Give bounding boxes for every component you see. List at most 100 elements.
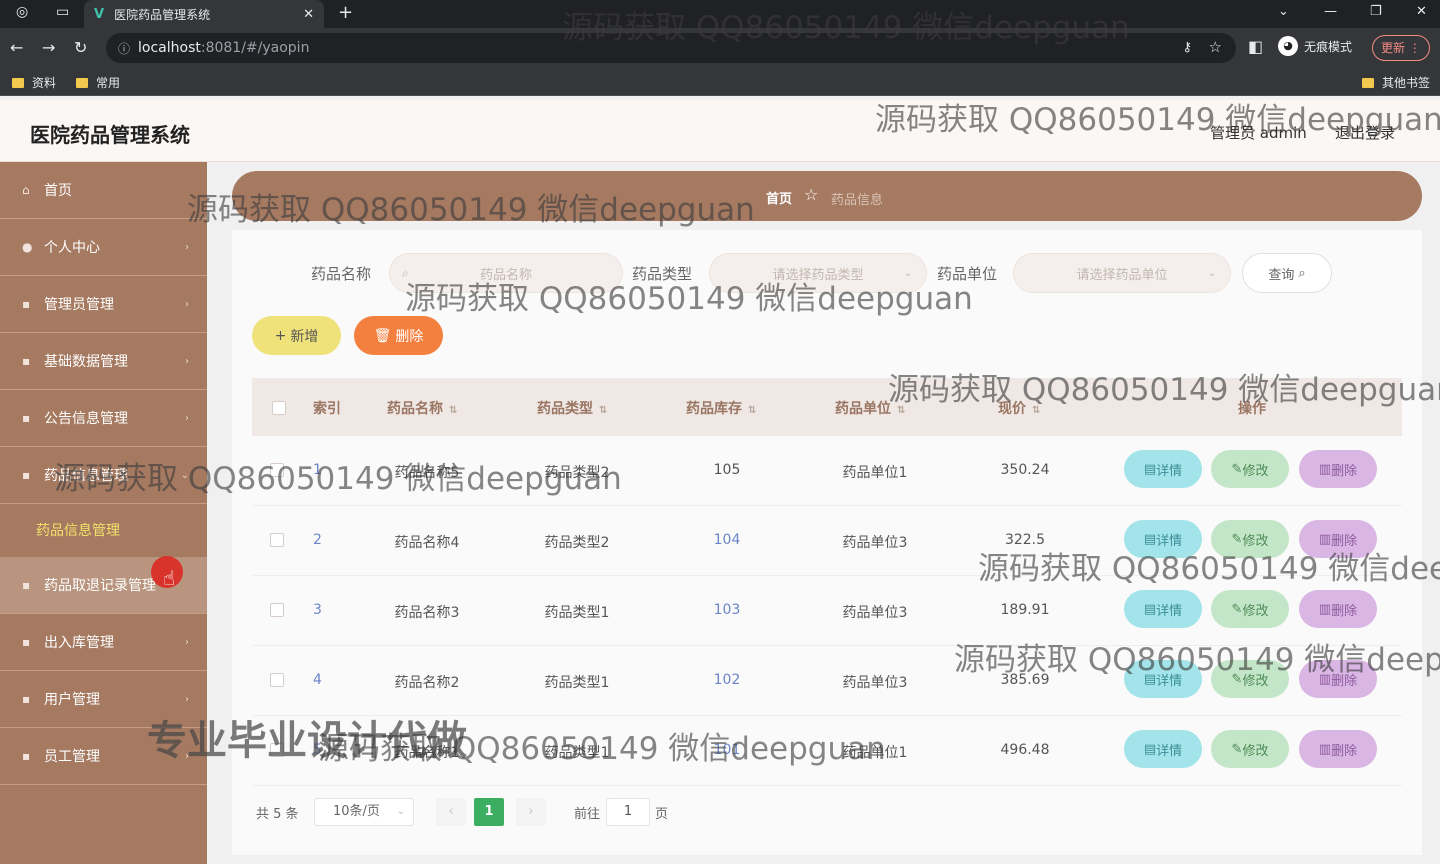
- filter-name-label: 药品名称: [311, 265, 372, 283]
- row-checkbox[interactable]: [270, 673, 284, 687]
- column-header-name[interactable]: 药品名称 ⇅: [387, 398, 457, 418]
- cell-stock: 101: [713, 742, 741, 758]
- cell-unit: 药品单位1: [842, 745, 908, 761]
- pagination-total: 共 5 条: [256, 807, 299, 822]
- row-delete-button[interactable]: ▥ 删除: [1299, 450, 1377, 488]
- restore-icon[interactable]: ❐: [1370, 4, 1382, 19]
- incognito-indicator[interactable]: ◕ 无痕模式: [1278, 36, 1352, 56]
- detail-button[interactable]: ▤ 详情: [1124, 450, 1202, 488]
- drug-unit-select[interactable]: 请选择药品单位 ⌄: [1013, 253, 1231, 293]
- back-icon[interactable]: ←: [10, 38, 23, 57]
- bookmark-folder[interactable]: 资料: [12, 74, 56, 91]
- reload-icon[interactable]: ↻: [74, 38, 87, 57]
- browser-tab[interactable]: V 医院药品管理系统 ✕: [84, 0, 324, 28]
- sort-icon: ⇅: [449, 405, 458, 416]
- sidebar: ⌂ 首页 ● 个人中心 › ▪ 管理员管理 › ▪ 基础数据管理 › ▪ 公告信…: [0, 162, 207, 864]
- sidebar-item-users[interactable]: ▪ 用户管理 ›: [0, 671, 207, 728]
- window-icon[interactable]: ▭: [56, 4, 69, 20]
- logout-link[interactable]: 退出登录: [1335, 122, 1395, 143]
- cell-type: 药品类型1: [544, 745, 610, 761]
- star-icon[interactable]: ☆: [1209, 38, 1222, 56]
- query-button[interactable]: 查询 ⌕: [1242, 253, 1332, 293]
- sidebar-item-admins[interactable]: ▪ 管理员管理 ›: [0, 276, 207, 333]
- info-icon[interactable]: ⓘ: [118, 40, 130, 57]
- prev-page-button[interactable]: ‹: [436, 798, 466, 826]
- plus-icon: +: [274, 327, 287, 344]
- goto-page-input[interactable]: 1: [606, 798, 650, 826]
- sidebar-item-announcements[interactable]: ▪ 公告信息管理 ›: [0, 390, 207, 447]
- row-checkbox[interactable]: [270, 603, 284, 617]
- forward-icon[interactable]: →: [42, 38, 55, 57]
- other-bookmarks-label: 其他书签: [1382, 76, 1431, 90]
- goto-label: 前往: [574, 807, 601, 822]
- tab-close-icon[interactable]: ✕: [303, 7, 314, 22]
- sidebar-item-drug-info[interactable]: ▪ 药品信息管理 ⌄: [0, 447, 207, 504]
- edit-button[interactable]: ✎ 修改: [1211, 730, 1289, 768]
- user-icon: ●: [22, 240, 33, 254]
- drug-type-select[interactable]: 请选择药品类型 ⌄: [709, 253, 927, 293]
- row-delete-button[interactable]: ▥ 删除: [1299, 660, 1377, 698]
- tab-search-icon[interactable]: ⌄: [1278, 4, 1289, 19]
- document-icon: ▤: [1143, 671, 1157, 687]
- column-header-stock[interactable]: 药品库存 ⇅: [686, 398, 756, 418]
- address-bar[interactable]: ⓘ localhost :8081/#/yaopin ⚷ ☆: [106, 33, 1236, 63]
- drug-name-input[interactable]: ⌕ 药品名称: [389, 253, 623, 293]
- new-tab-icon[interactable]: +: [338, 2, 353, 23]
- cell-name: 药品名称5: [394, 465, 460, 481]
- key-icon[interactable]: ⚷: [1182, 40, 1192, 55]
- add-button[interactable]: + 新增: [252, 316, 341, 355]
- edit-button[interactable]: ✎ 修改: [1211, 450, 1289, 488]
- detail-button[interactable]: ▤ 详情: [1124, 660, 1202, 698]
- cell-price: 189.91: [1000, 602, 1050, 618]
- edit-button[interactable]: ✎ 修改: [1211, 520, 1289, 558]
- detail-button[interactable]: ▤ 详情: [1124, 730, 1202, 768]
- column-header-label: 现价: [998, 401, 1026, 417]
- select-all-checkbox[interactable]: [272, 401, 286, 415]
- next-page-button[interactable]: ›: [516, 798, 546, 826]
- sidebar-item-inventory[interactable]: ▪ 出入库管理 ›: [0, 614, 207, 671]
- row-delete-button[interactable]: ▥ 删除: [1299, 520, 1377, 558]
- breadcrumb-current: 药品信息: [831, 193, 884, 208]
- bookmark-label: 资料: [32, 76, 57, 90]
- detail-button[interactable]: ▤ 详情: [1124, 590, 1202, 628]
- drug-name-placeholder: 药品名称: [479, 267, 532, 283]
- row-delete-button[interactable]: ▥ 删除: [1299, 730, 1377, 768]
- column-header-unit[interactable]: 药品单位 ⇅: [835, 398, 905, 418]
- edit-button[interactable]: ✎ 修改: [1211, 660, 1289, 698]
- row-delete-button[interactable]: ▥ 删除: [1299, 590, 1377, 628]
- sidebar-item-home[interactable]: ⌂ 首页: [0, 162, 207, 219]
- sidebar-icon[interactable]: ◧: [1248, 37, 1263, 56]
- other-bookmarks[interactable]: 其他书签: [1362, 74, 1430, 91]
- row-checkbox[interactable]: [270, 743, 284, 757]
- tab-favicon-icon: V: [94, 6, 105, 22]
- edit-label: 修改: [1242, 673, 1269, 689]
- column-header-price[interactable]: 现价 ⇅: [998, 398, 1040, 418]
- minimize-icon[interactable]: —: [1324, 4, 1337, 19]
- detail-button[interactable]: ▤ 详情: [1124, 520, 1202, 558]
- trash-icon: ▥: [1318, 601, 1332, 617]
- row-checkbox[interactable]: [270, 533, 284, 547]
- edit-button[interactable]: ✎ 修改: [1211, 590, 1289, 628]
- sidebar-item-base-data[interactable]: ▪ 基础数据管理 ›: [0, 333, 207, 390]
- filter-unit-label: 药品单位: [937, 265, 998, 283]
- browser-toolbar: ← → ↻ ⓘ localhost :8081/#/yaopin ⚷ ☆ ◧ ◕…: [0, 28, 1440, 68]
- breadcrumb-home[interactable]: 首页: [766, 188, 792, 207]
- page-size-select[interactable]: 10条/页 ⌄: [314, 798, 414, 826]
- menu-dots-icon: ⋮: [1408, 41, 1421, 55]
- page-size-value: 10条/页: [333, 804, 380, 819]
- page-number-current[interactable]: 1: [474, 798, 504, 826]
- detail-label: 详情: [1156, 463, 1183, 479]
- chevron-right-icon: ›: [185, 298, 189, 310]
- app-header: 医院药品管理系统 管理员 admin 退出登录: [0, 100, 1440, 162]
- column-header-type[interactable]: 药品类型 ⇅: [537, 398, 607, 418]
- update-button[interactable]: 更新 ⋮: [1372, 35, 1430, 61]
- sidebar-item-profile[interactable]: ● 个人中心 ›: [0, 219, 207, 276]
- bookmark-folder[interactable]: 常用: [76, 74, 120, 91]
- menu-icon: ▪: [22, 297, 31, 311]
- sidebar-item-staff[interactable]: ▪ 员工管理 ›: [0, 728, 207, 785]
- batch-delete-button[interactable]: 🗑 删除: [354, 316, 443, 355]
- sidebar-item-label: 个人中心: [44, 240, 100, 256]
- sidebar-subitem-drug-info[interactable]: 药品信息管理: [0, 506, 207, 556]
- close-window-icon[interactable]: ✕: [1416, 4, 1427, 19]
- row-checkbox[interactable]: [270, 463, 284, 477]
